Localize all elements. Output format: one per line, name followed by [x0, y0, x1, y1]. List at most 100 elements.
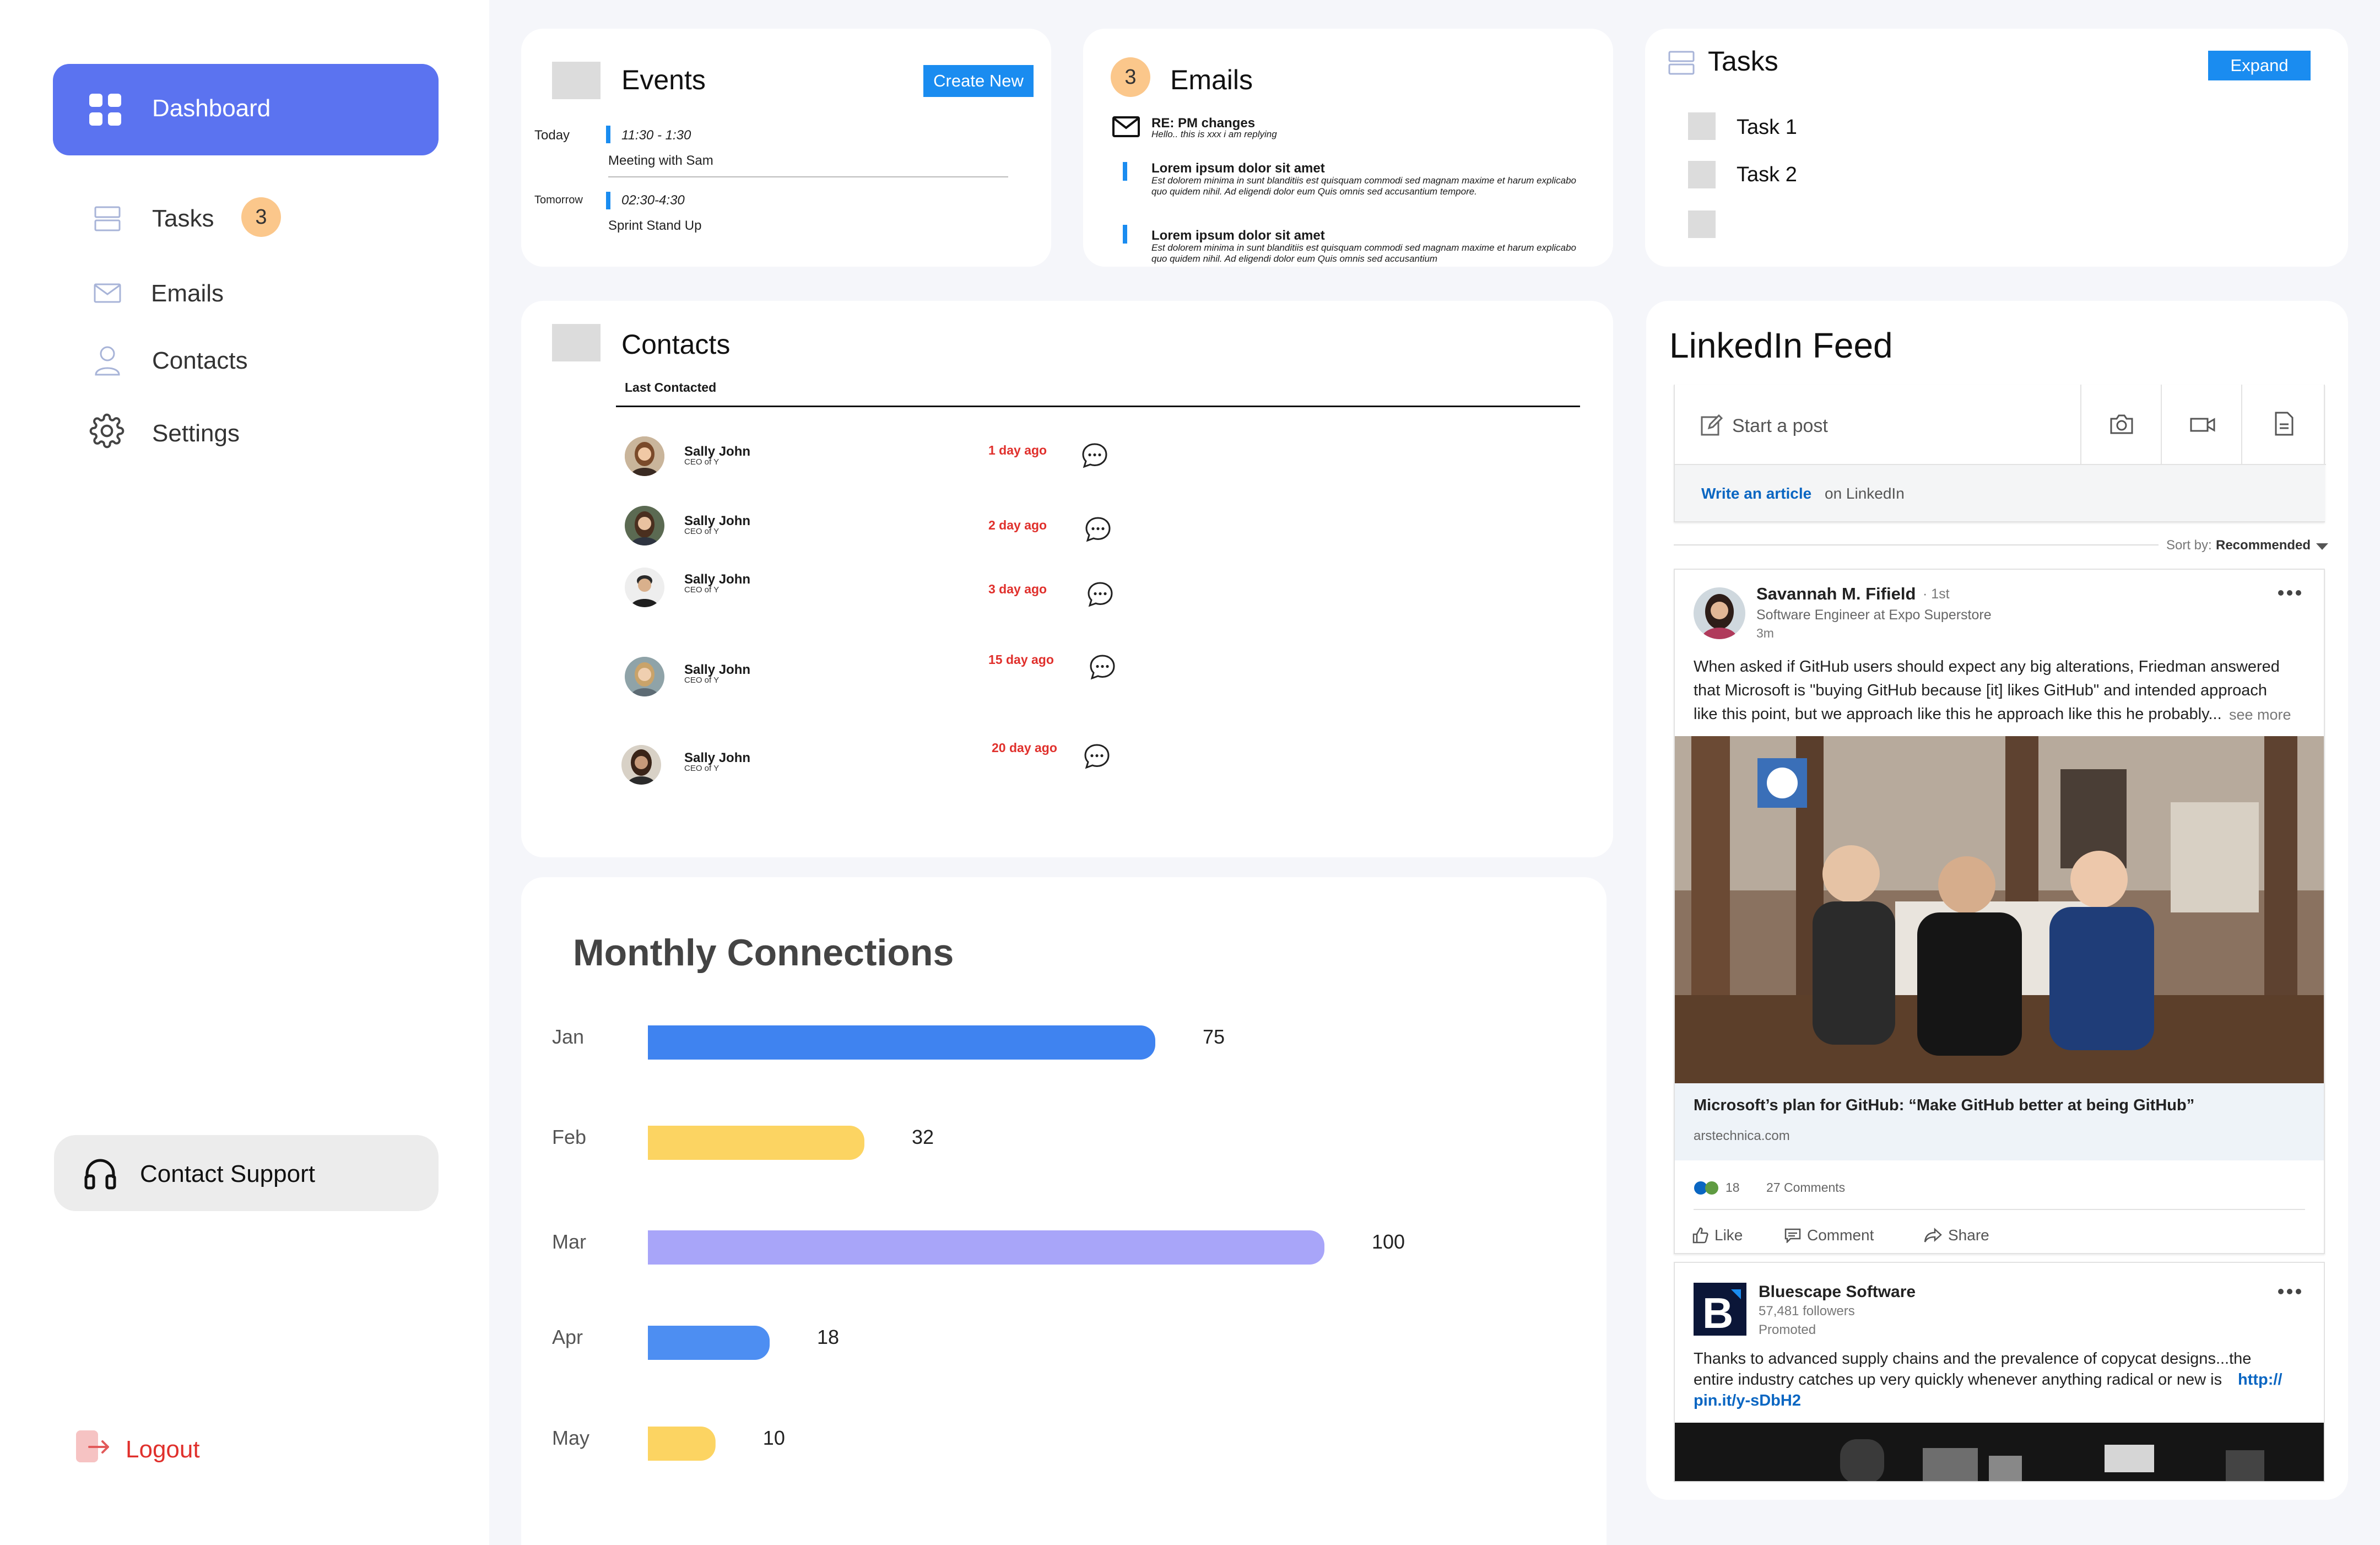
- gear-icon: [89, 413, 125, 449]
- bar-category-label: Apr: [552, 1326, 583, 1348]
- post-author[interactable]: Savannah M. Fifield: [1756, 584, 1916, 604]
- sidebar-item-label: Contacts: [152, 347, 248, 374]
- email-item[interactable]: RE: PM changes Hello.. this is xxx i am …: [1151, 116, 1603, 139]
- video-button[interactable]: [2161, 385, 2241, 465]
- post-text-line: When asked if GitHub users should expect…: [1694, 658, 2280, 676]
- message-icon[interactable]: [1089, 653, 1116, 681]
- like-label: Like: [1714, 1227, 1743, 1244]
- bluescape-logo: B: [1694, 1283, 1746, 1337]
- avatar: [625, 506, 664, 545]
- post-image[interactable]: [1675, 1423, 2324, 1481]
- contact-row[interactable]: Sally John CEO of Y 20 day ago: [619, 741, 1115, 791]
- contact-role: CEO of Y: [684, 527, 720, 536]
- envelope-icon: [1112, 116, 1140, 138]
- contact-row[interactable]: Sally John CEO of Y 15 day ago: [623, 652, 1118, 703]
- task-checkbox[interactable]: [1688, 112, 1716, 140]
- post-image[interactable]: [1675, 736, 2324, 1083]
- bar-chart: Jan 75 Feb 32 Mar 100 Apr 18 May 10: [552, 1025, 1405, 1461]
- bar-value-label: 100: [1372, 1230, 1405, 1253]
- bar-left-cap: [648, 1427, 670, 1461]
- task-label: Task 2: [1737, 163, 1797, 186]
- contact-last-contacted: 3 day ago: [988, 582, 1047, 596]
- contact-row[interactable]: Sally John CEO of Y 3 day ago: [623, 564, 1118, 614]
- avatar: [625, 436, 664, 476]
- contact-row[interactable]: Sally John CEO of Y 1 day ago: [623, 433, 1118, 483]
- bar[interactable]: [648, 1025, 1155, 1060]
- message-icon[interactable]: [1086, 581, 1114, 608]
- sort-dropdown[interactable]: Sort by: Recommended: [2166, 536, 2337, 558]
- contact-role: CEO of Y: [684, 585, 720, 595]
- document-button[interactable]: [2241, 385, 2326, 465]
- bar-category-label: May: [552, 1427, 589, 1449]
- task-checkbox[interactable]: [1688, 161, 1716, 188]
- share-icon: [1924, 1228, 1943, 1243]
- write-article-row[interactable]: Write an article on LinkedIn: [1675, 465, 2325, 521]
- sidebar-item-dashboard[interactable]: Dashboard: [53, 64, 439, 155]
- logout-button[interactable]: Logout: [75, 1428, 251, 1467]
- emails-card: 3 Emails RE: PM changes Hello.. this is …: [1083, 29, 1613, 267]
- post-actions-divider: [1694, 1209, 2305, 1210]
- tasks-icon: [94, 205, 121, 233]
- create-new-button[interactable]: Create New: [923, 65, 1034, 97]
- email-item[interactable]: Lorem ipsum dolor sit amet Est dolorem m…: [1151, 161, 1581, 222]
- link-preview[interactable]: Microsoft’s plan for GitHub: “Make GitHu…: [1675, 1083, 2324, 1160]
- reaction-count[interactable]: 18: [1726, 1180, 1740, 1195]
- more-options-icon[interactable]: [2278, 1288, 2302, 1295]
- video-icon: [2189, 417, 2216, 433]
- photo-button[interactable]: [2080, 385, 2161, 465]
- task-checkbox[interactable]: [1688, 210, 1716, 238]
- message-icon[interactable]: [1081, 442, 1108, 469]
- email-subject: Lorem ipsum dolor sit amet: [1151, 161, 1325, 176]
- comment-icon: [1784, 1228, 1802, 1243]
- event-day: Tomorrow: [534, 194, 583, 206]
- sort-value: Recommended: [2216, 538, 2311, 553]
- message-icon[interactable]: [1083, 743, 1111, 770]
- post-link[interactable]: pin.it/y-sDbH2: [1694, 1392, 1801, 1410]
- contact-row[interactable]: Sally John CEO of Y 2 day ago: [623, 503, 1118, 552]
- sidebar-item-contacts[interactable]: Contacts: [88, 337, 397, 381]
- contact-support-button[interactable]: Contact Support: [54, 1135, 439, 1211]
- sidebar-item-settings[interactable]: Settings: [88, 410, 397, 454]
- event-desc: Sprint Stand Up: [608, 218, 702, 233]
- task-label: Task 1: [1737, 116, 1797, 139]
- avatar: [621, 745, 661, 785]
- start-post-label: Start a post: [1732, 415, 1828, 436]
- sidebar-item-tasks[interactable]: Tasks 3: [88, 195, 397, 239]
- sidebar: Dashboard Tasks 3 Emails Contacts Settin…: [0, 0, 489, 1545]
- sidebar-item-emails[interactable]: Emails: [88, 270, 397, 314]
- email-item[interactable]: Lorem ipsum dolor sit amet Est dolorem m…: [1151, 228, 1581, 267]
- event-marker: [606, 126, 610, 143]
- user-icon: [94, 345, 121, 376]
- link-domain: arstechnica.com: [1694, 1128, 1790, 1143]
- comment-button[interactable]: Comment: [1784, 1223, 1905, 1247]
- sidebar-item-label: Emails: [151, 280, 224, 307]
- bar-value-label: 75: [1203, 1025, 1225, 1048]
- dashboard-grid-icon: [88, 93, 122, 127]
- sort-divider: [1674, 544, 2159, 545]
- sidebar-item-label: Settings: [152, 420, 240, 447]
- like-button[interactable]: Like: [1691, 1223, 1763, 1247]
- more-options-icon[interactable]: [2278, 590, 2302, 596]
- post-author[interactable]: Bluescape Software: [1759, 1283, 1916, 1301]
- event-divider: [608, 176, 1008, 177]
- expand-button[interactable]: Expand: [2208, 51, 2311, 80]
- mail-icon: [94, 282, 121, 304]
- bar-left-cap: [648, 1025, 670, 1060]
- feed-post: Savannah M. Fifield · 1st Software Engin…: [1674, 569, 2325, 1254]
- event-marker: [606, 192, 610, 209]
- emails-count-badge: 3: [1111, 57, 1150, 97]
- bar[interactable]: [648, 1230, 1324, 1265]
- avatar: [1694, 587, 1745, 639]
- start-post-button[interactable]: Start a post: [1675, 385, 2080, 465]
- bar-category-label: Jan: [552, 1025, 584, 1048]
- share-button[interactable]: Share: [1924, 1223, 2023, 1247]
- bar[interactable]: [648, 1126, 864, 1160]
- see-more-link[interactable]: see more: [2229, 706, 2291, 723]
- post-link[interactable]: http://: [2238, 1371, 2282, 1389]
- thumbs-up-icon: [1691, 1227, 1709, 1244]
- link-title: Microsoft’s plan for GitHub: “Make GitHu…: [1694, 1096, 2195, 1114]
- sort-label: Sort by:: [2166, 538, 2212, 553]
- write-article-link[interactable]: Write an article: [1701, 485, 1811, 503]
- comments-count[interactable]: 27 Comments: [1766, 1180, 1845, 1195]
- message-icon[interactable]: [1084, 516, 1112, 543]
